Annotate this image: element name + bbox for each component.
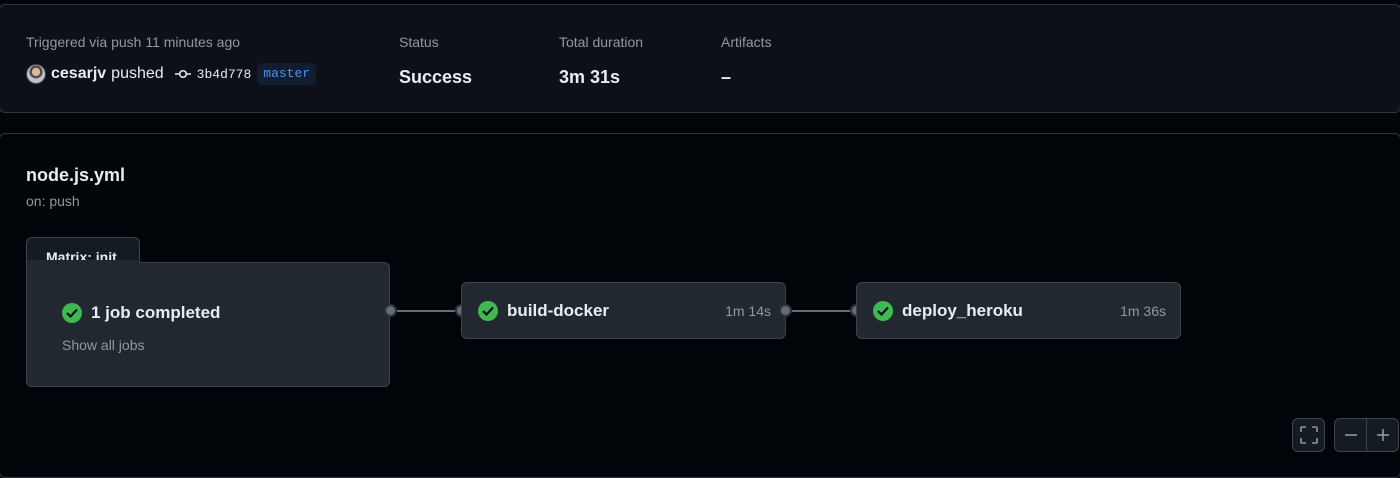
status-column: Status Success <box>399 33 472 89</box>
branch-badge[interactable]: master <box>257 63 317 85</box>
workflow-file-name[interactable]: node.js.yml <box>26 165 125 186</box>
matrix-status-row: 1 job completed <box>62 303 220 323</box>
artifacts-value: – <box>721 67 732 87</box>
trigger-label: Triggered via push 11 minutes ago <box>26 34 241 50</box>
success-check-icon <box>478 300 498 321</box>
fullscreen-button[interactable] <box>1292 418 1325 452</box>
matrix-tab-joint <box>27 260 139 264</box>
connector-dot <box>384 304 397 317</box>
success-check-icon <box>62 303 82 323</box>
action-text: pushed <box>111 65 164 82</box>
connector-dot <box>779 304 792 317</box>
job-duration: 1m 14s <box>725 302 771 319</box>
status-label: Status <box>399 34 439 50</box>
commit-sha-link[interactable]: 3b4d778 <box>197 67 252 82</box>
success-check-icon <box>873 300 893 321</box>
zoom-controls <box>1334 418 1399 452</box>
zoom-out-icon[interactable] <box>1335 419 1366 451</box>
trigger-column: Triggered via push 11 minutes ago cesarj… <box>26 33 317 85</box>
artifacts-column: Artifacts – <box>721 33 772 89</box>
job-name: deploy_heroku <box>902 300 1023 320</box>
fullscreen-icon <box>1293 419 1324 451</box>
matrix-group: 1 job completed Show all jobs <box>26 262 390 387</box>
connector-line <box>397 310 455 312</box>
actor-link[interactable]: cesarjv <box>51 65 106 83</box>
show-all-jobs-link[interactable]: Show all jobs <box>62 337 145 353</box>
duration-label: Total duration <box>559 34 644 50</box>
commit-icon <box>174 68 191 80</box>
job-deploy-heroku[interactable]: deploy_heroku 1m 36s <box>856 282 1181 339</box>
zoom-in-icon[interactable] <box>1367 419 1398 451</box>
job-build-docker[interactable]: build-docker 1m 14s <box>461 282 786 339</box>
job-duration: 1m 36s <box>1120 302 1166 319</box>
matrix-status-text: 1 job completed <box>91 303 221 322</box>
duration-column: Total duration 3m 31s <box>559 33 643 89</box>
workflow-trigger: on: push <box>26 193 80 209</box>
artifacts-label: Artifacts <box>721 34 772 50</box>
connector-line <box>792 310 850 312</box>
run-summary-panel: Triggered via push 11 minutes ago cesarj… <box>0 4 1400 113</box>
duration-value: 3m 31s <box>559 67 621 87</box>
workflow-graph-panel: node.js.yml on: push Matrix: init 1 job … <box>0 133 1400 478</box>
job-name: build-docker <box>507 300 610 320</box>
avatar[interactable] <box>26 64 46 84</box>
trigger-details: cesarjv pushed 3b4d778 master <box>26 63 317 85</box>
status-value: Success <box>399 67 473 87</box>
